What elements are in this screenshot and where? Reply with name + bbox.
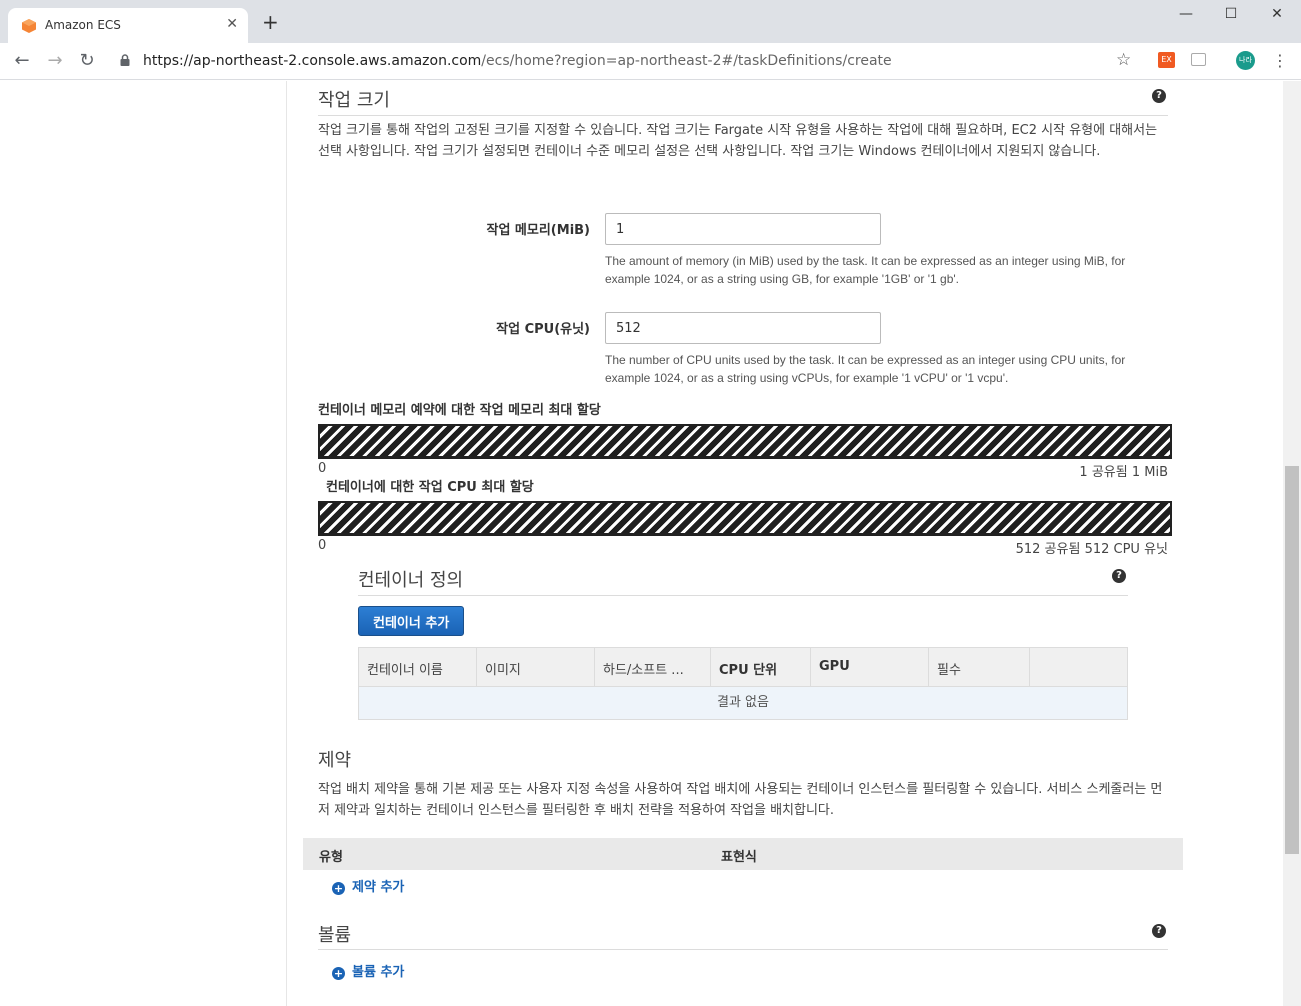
- extension-icon[interactable]: EX: [1158, 52, 1175, 68]
- task-cpu-input[interactable]: [605, 312, 881, 344]
- add-volume-label: 볼륨 추가: [352, 965, 405, 980]
- reload-icon[interactable]: ↻: [77, 51, 97, 71]
- task-size-help-icon[interactable]: ?: [1152, 89, 1166, 103]
- memory-allocation-label: 컨테이너 메모리 예약에 대한 작업 메모리 최대 할당: [318, 403, 601, 418]
- column-header-container-name[interactable]: 컨테이너 이름: [359, 648, 477, 686]
- container-definitions-help-icon[interactable]: ?: [1112, 569, 1126, 583]
- task-size-title: 작업 크기: [318, 90, 390, 111]
- constraints-description: 작업 배치 제약을 통해 기본 제공 또는 사용자 지정 속성을 사용하여 작업…: [318, 782, 1163, 818]
- constraints-title: 제약: [318, 750, 352, 771]
- star-icon[interactable]: ☆: [1116, 50, 1131, 70]
- column-header-actions: [1030, 648, 1127, 686]
- page-viewport: 작업 크기 ? 작업 크기를 통해 작업의 고정된 크기를 지정할 수 있습니다…: [0, 81, 1301, 1006]
- divider: [318, 115, 1168, 116]
- column-header-image[interactable]: 이미지: [477, 648, 595, 686]
- left-navigation-panel: [0, 81, 287, 1006]
- task-size-description: 작업 크기를 통해 작업의 고정된 크기를 지정할 수 있습니다. 작업 크기는…: [318, 123, 1158, 159]
- url-host: https://ap-northeast-2.console.aws.amazo…: [143, 53, 482, 69]
- plus-circle-icon: +: [332, 967, 345, 980]
- column-header-gpu[interactable]: GPU: [811, 648, 929, 686]
- maximize-button[interactable]: ☐: [1221, 6, 1241, 22]
- close-window-button[interactable]: ✕: [1267, 6, 1287, 22]
- aws-ecs-favicon-icon: [22, 19, 36, 33]
- address-bar[interactable]: https://ap-northeast-2.console.aws.amazo…: [143, 53, 892, 69]
- forward-icon[interactable]: →: [45, 51, 65, 71]
- divider: [358, 595, 1128, 596]
- column-header-cpu-units[interactable]: CPU 단위: [711, 648, 811, 686]
- constraints-table-header: 유형 표현식: [303, 838, 1183, 870]
- volumes-help-icon[interactable]: ?: [1152, 924, 1166, 938]
- menu-icon[interactable]: ⋮: [1272, 51, 1288, 70]
- new-tab-button[interactable]: +: [262, 12, 279, 32]
- memory-bar-min: 0: [318, 461, 327, 476]
- column-header-type: 유형: [319, 850, 343, 865]
- cpu-allocation-bar: [318, 501, 1172, 536]
- divider: [318, 949, 1168, 950]
- container-table-header: 컨테이너 이름 이미지 하드/소프트 ... CPU 단위 GPU 필수: [358, 647, 1128, 687]
- back-icon[interactable]: ←: [12, 51, 32, 71]
- column-header-expression: 표현식: [721, 850, 757, 865]
- container-table-empty-row: 결과 없음: [358, 687, 1128, 720]
- add-volume-link[interactable]: + 볼륨 추가: [332, 961, 404, 980]
- task-memory-hint: The amount of memory (in MiB) used by th…: [605, 254, 1126, 286]
- task-memory-input[interactable]: [605, 213, 881, 245]
- browser-tab-strip: Amazon ECS ✕ + — ☐ ✕: [0, 0, 1301, 43]
- browser-toolbar: ← → ↻ https://ap-northeast-2.console.aws…: [0, 43, 1301, 80]
- avatar[interactable]: 나라: [1236, 51, 1255, 70]
- cpu-allocation-label: 컨테이너에 대한 작업 CPU 최대 할당: [326, 480, 534, 495]
- plus-circle-icon: +: [332, 882, 345, 895]
- memory-bar-max: 1 공유됨 1 MiB: [1079, 465, 1168, 480]
- url-path: /ecs/home?region=ap-northeast-2#/taskDef…: [481, 53, 892, 69]
- task-memory-label: 작업 메모리(MiB): [486, 223, 590, 238]
- browser-tab[interactable]: Amazon ECS ✕: [8, 8, 248, 43]
- tab-close-icon[interactable]: ✕: [226, 16, 238, 32]
- task-cpu-hint: The number of CPU units used by the task…: [605, 353, 1126, 385]
- memory-allocation-bar: [318, 424, 1172, 459]
- column-header-essential[interactable]: 필수: [929, 648, 1030, 686]
- page-scrollbar[interactable]: [1283, 81, 1301, 1006]
- minimize-button[interactable]: —: [1176, 6, 1196, 22]
- volumes-title: 볼륨: [318, 925, 352, 946]
- add-constraint-link[interactable]: + 제약 추가: [332, 876, 404, 895]
- add-constraint-label: 제약 추가: [352, 880, 405, 895]
- task-cpu-label: 작업 CPU(유닛): [496, 322, 590, 337]
- scrollbar-thumb[interactable]: [1285, 466, 1299, 854]
- tab-title: Amazon ECS: [45, 18, 121, 32]
- container-definitions-title: 컨테이너 정의: [358, 570, 464, 591]
- cpu-bar-max: 512 공유됨 512 CPU 유닛: [1015, 542, 1168, 557]
- lock-icon: [120, 54, 130, 66]
- column-header-hard-soft[interactable]: 하드/소프트 ...: [595, 648, 711, 686]
- add-container-button[interactable]: 컨테이너 추가: [358, 606, 465, 636]
- cast-icon[interactable]: [1191, 53, 1206, 66]
- cpu-bar-min: 0: [318, 538, 327, 553]
